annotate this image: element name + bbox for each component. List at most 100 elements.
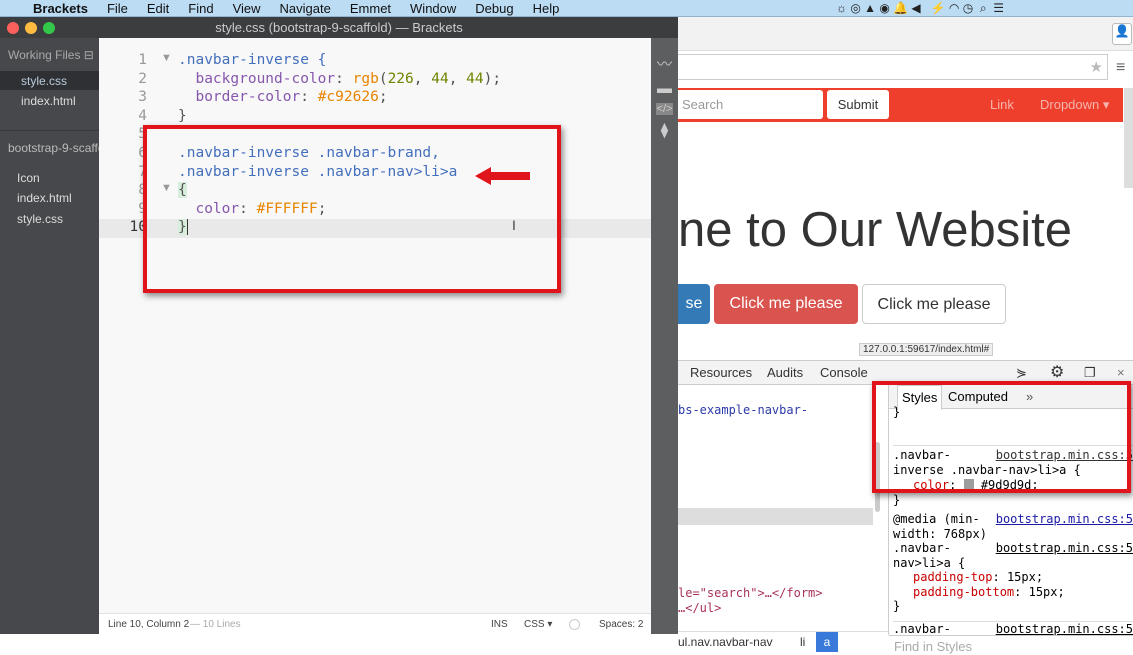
fold-icon[interactable]: ▼ [161, 52, 172, 64]
code-token: 226 [387, 71, 414, 87]
language-label: CSS [524, 619, 545, 630]
code-token: background-color [195, 71, 336, 87]
submit-button[interactable]: Submit [827, 90, 889, 119]
code-icon[interactable]: </> [656, 103, 673, 115]
menu-navigate[interactable]: Navigate [280, 1, 331, 16]
zoom-window-button[interactable] [43, 22, 55, 34]
line-number: 5 [138, 126, 147, 142]
code-token: ); [483, 71, 502, 87]
working-file-item[interactable]: index.html [21, 94, 76, 108]
window-titlebar: style.css (bootstrap-9-scaffold) — Brack… [0, 17, 678, 38]
dom-selected-row[interactable] [678, 508, 873, 525]
breadcrumb-a[interactable]: a [816, 632, 838, 652]
line-number: 3 [138, 89, 147, 105]
media-query: width: 768px) [893, 526, 987, 541]
line-number: 7 [138, 164, 147, 180]
code-line: .navbar-inverse { [178, 52, 327, 68]
rule-selector: nav>li>a { [893, 555, 966, 570]
find-in-styles-input[interactable]: Find in Styles [889, 635, 1133, 655]
insert-mode[interactable]: INS [491, 614, 508, 635]
dom-node[interactable]: le="search">…</form> [678, 586, 823, 600]
hero-heading: ne to Our Website [678, 203, 1073, 257]
line-count: — 10 Lines [190, 619, 241, 630]
project-title[interactable]: bootstrap-9-scaffold [8, 141, 99, 155]
media-query: @media (min- [893, 512, 980, 526]
working-file-item[interactable]: style.css [21, 74, 67, 88]
code-token: 44 [431, 71, 449, 87]
line-number: 1 [138, 52, 147, 68]
tree-item[interactable]: Icon [17, 171, 40, 185]
extension-manager-icon[interactable]: ▬ [651, 80, 678, 97]
highlight-box [143, 125, 561, 293]
rule-selector: .navbar- [893, 541, 951, 555]
tab-audits[interactable]: Audits [767, 361, 803, 385]
cursor-position: Line 10, Column 2 [108, 619, 190, 630]
indent-setting[interactable]: Spaces: 2 [599, 614, 643, 635]
menu-view[interactable]: View [233, 1, 261, 16]
dom-node[interactable]: …</ul> [678, 601, 721, 615]
right-toolbar: 〰 ▬ </> ⧫ [651, 38, 678, 634]
tab-console[interactable]: Console [820, 361, 868, 385]
dom-node[interactable]: bs-example-navbar- [678, 403, 808, 417]
property-name[interactable]: padding-bottom [913, 585, 1014, 599]
working-files-label: Working Files [8, 48, 81, 62]
layers-icon[interactable]: ⧫ [651, 121, 678, 139]
default-button[interactable]: Click me please [862, 284, 1006, 324]
address-bar[interactable]: ★ [678, 54, 1108, 80]
status-bar: Line 10, Column 2 — 10 Lines INS CSS ▾ S… [99, 613, 651, 634]
tab-resources[interactable]: Resources [690, 361, 752, 385]
line-number: 9 [138, 201, 147, 217]
style-rule: @media (min-bootstrap.min.css:5 width: 7… [893, 512, 1133, 613]
site-navbar: Search Submit Link Dropdown ▾ [678, 88, 1123, 122]
code-token: border-color [195, 89, 301, 105]
profile-icon[interactable]: 👤 [1112, 23, 1132, 45]
menu-debug[interactable]: Debug [475, 1, 513, 16]
menu-icon[interactable]: ≡ [1116, 59, 1125, 77]
browser-tabstrip: 👤 [678, 17, 1133, 51]
code-token: 44 [466, 71, 484, 87]
live-preview-icon[interactable]: 〰 [651, 53, 678, 74]
menu-emmet[interactable]: Emmet [350, 1, 391, 16]
property-value[interactable]: 15px; [1029, 585, 1065, 599]
property-name[interactable]: padding-top [913, 570, 992, 584]
minimize-window-button[interactable] [25, 22, 37, 34]
rule-brace: } [893, 493, 901, 507]
line-number: 4 [138, 108, 147, 124]
rule-brace: } [893, 599, 901, 613]
source-link[interactable]: bootstrap.min.css:5 [996, 512, 1133, 527]
star-icon[interactable]: ★ [1090, 58, 1103, 76]
primary-button[interactable]: se [678, 284, 710, 324]
source-link[interactable]: bootstrap.min.css:5 [996, 541, 1133, 556]
url-tooltip: 127.0.0.1:59617/index.html# [859, 343, 994, 356]
code-token: rgb [352, 71, 379, 87]
search-input[interactable]: Search [678, 90, 823, 119]
code-token: #c92626 [317, 89, 379, 105]
tree-item[interactable]: style.css [17, 212, 63, 226]
language-select[interactable]: CSS ▾ [524, 614, 552, 635]
menu-file[interactable]: File [107, 1, 128, 16]
line-number: 10 [129, 219, 147, 235]
menu-window[interactable]: Window [410, 1, 456, 16]
breadcrumb-li[interactable]: li [800, 632, 805, 652]
tray-icons[interactable]: ☼ ◎ ▲ ◉ 🔔 ◀ ⚡ ◠ ◷ ⌕ ☰ [836, 1, 1004, 16]
close-window-button[interactable] [7, 22, 19, 34]
linter-status-icon[interactable] [569, 619, 580, 630]
menu-find[interactable]: Find [188, 1, 213, 16]
menu-app[interactable]: Brackets [33, 1, 88, 16]
menu-edit[interactable]: Edit [147, 1, 169, 16]
danger-button[interactable]: Click me please [714, 284, 858, 324]
line-number: 2 [138, 71, 147, 87]
line-number: 8 [138, 182, 147, 198]
breadcrumb-ul[interactable]: ul.nav.navbar-nav [678, 632, 773, 652]
line-number: 6 [138, 145, 147, 161]
page-scrollbar[interactable] [1124, 88, 1133, 188]
mac-menubar: Brackets File Edit Find View Navigate Em… [0, 0, 1133, 17]
nav-link[interactable]: Link [990, 97, 1014, 112]
tree-item[interactable]: index.html [17, 191, 72, 205]
nav-dropdown[interactable]: Dropdown ▾ [1040, 97, 1109, 113]
dropdown-label: Dropdown [1040, 97, 1100, 112]
menu-help[interactable]: Help [533, 1, 560, 16]
highlight-box [872, 381, 1131, 493]
browser-window: 👤 ★ ≡ Search Submit Link Dropdown ▾ ne t… [678, 17, 1133, 655]
property-value[interactable]: 15px; [1007, 570, 1043, 584]
